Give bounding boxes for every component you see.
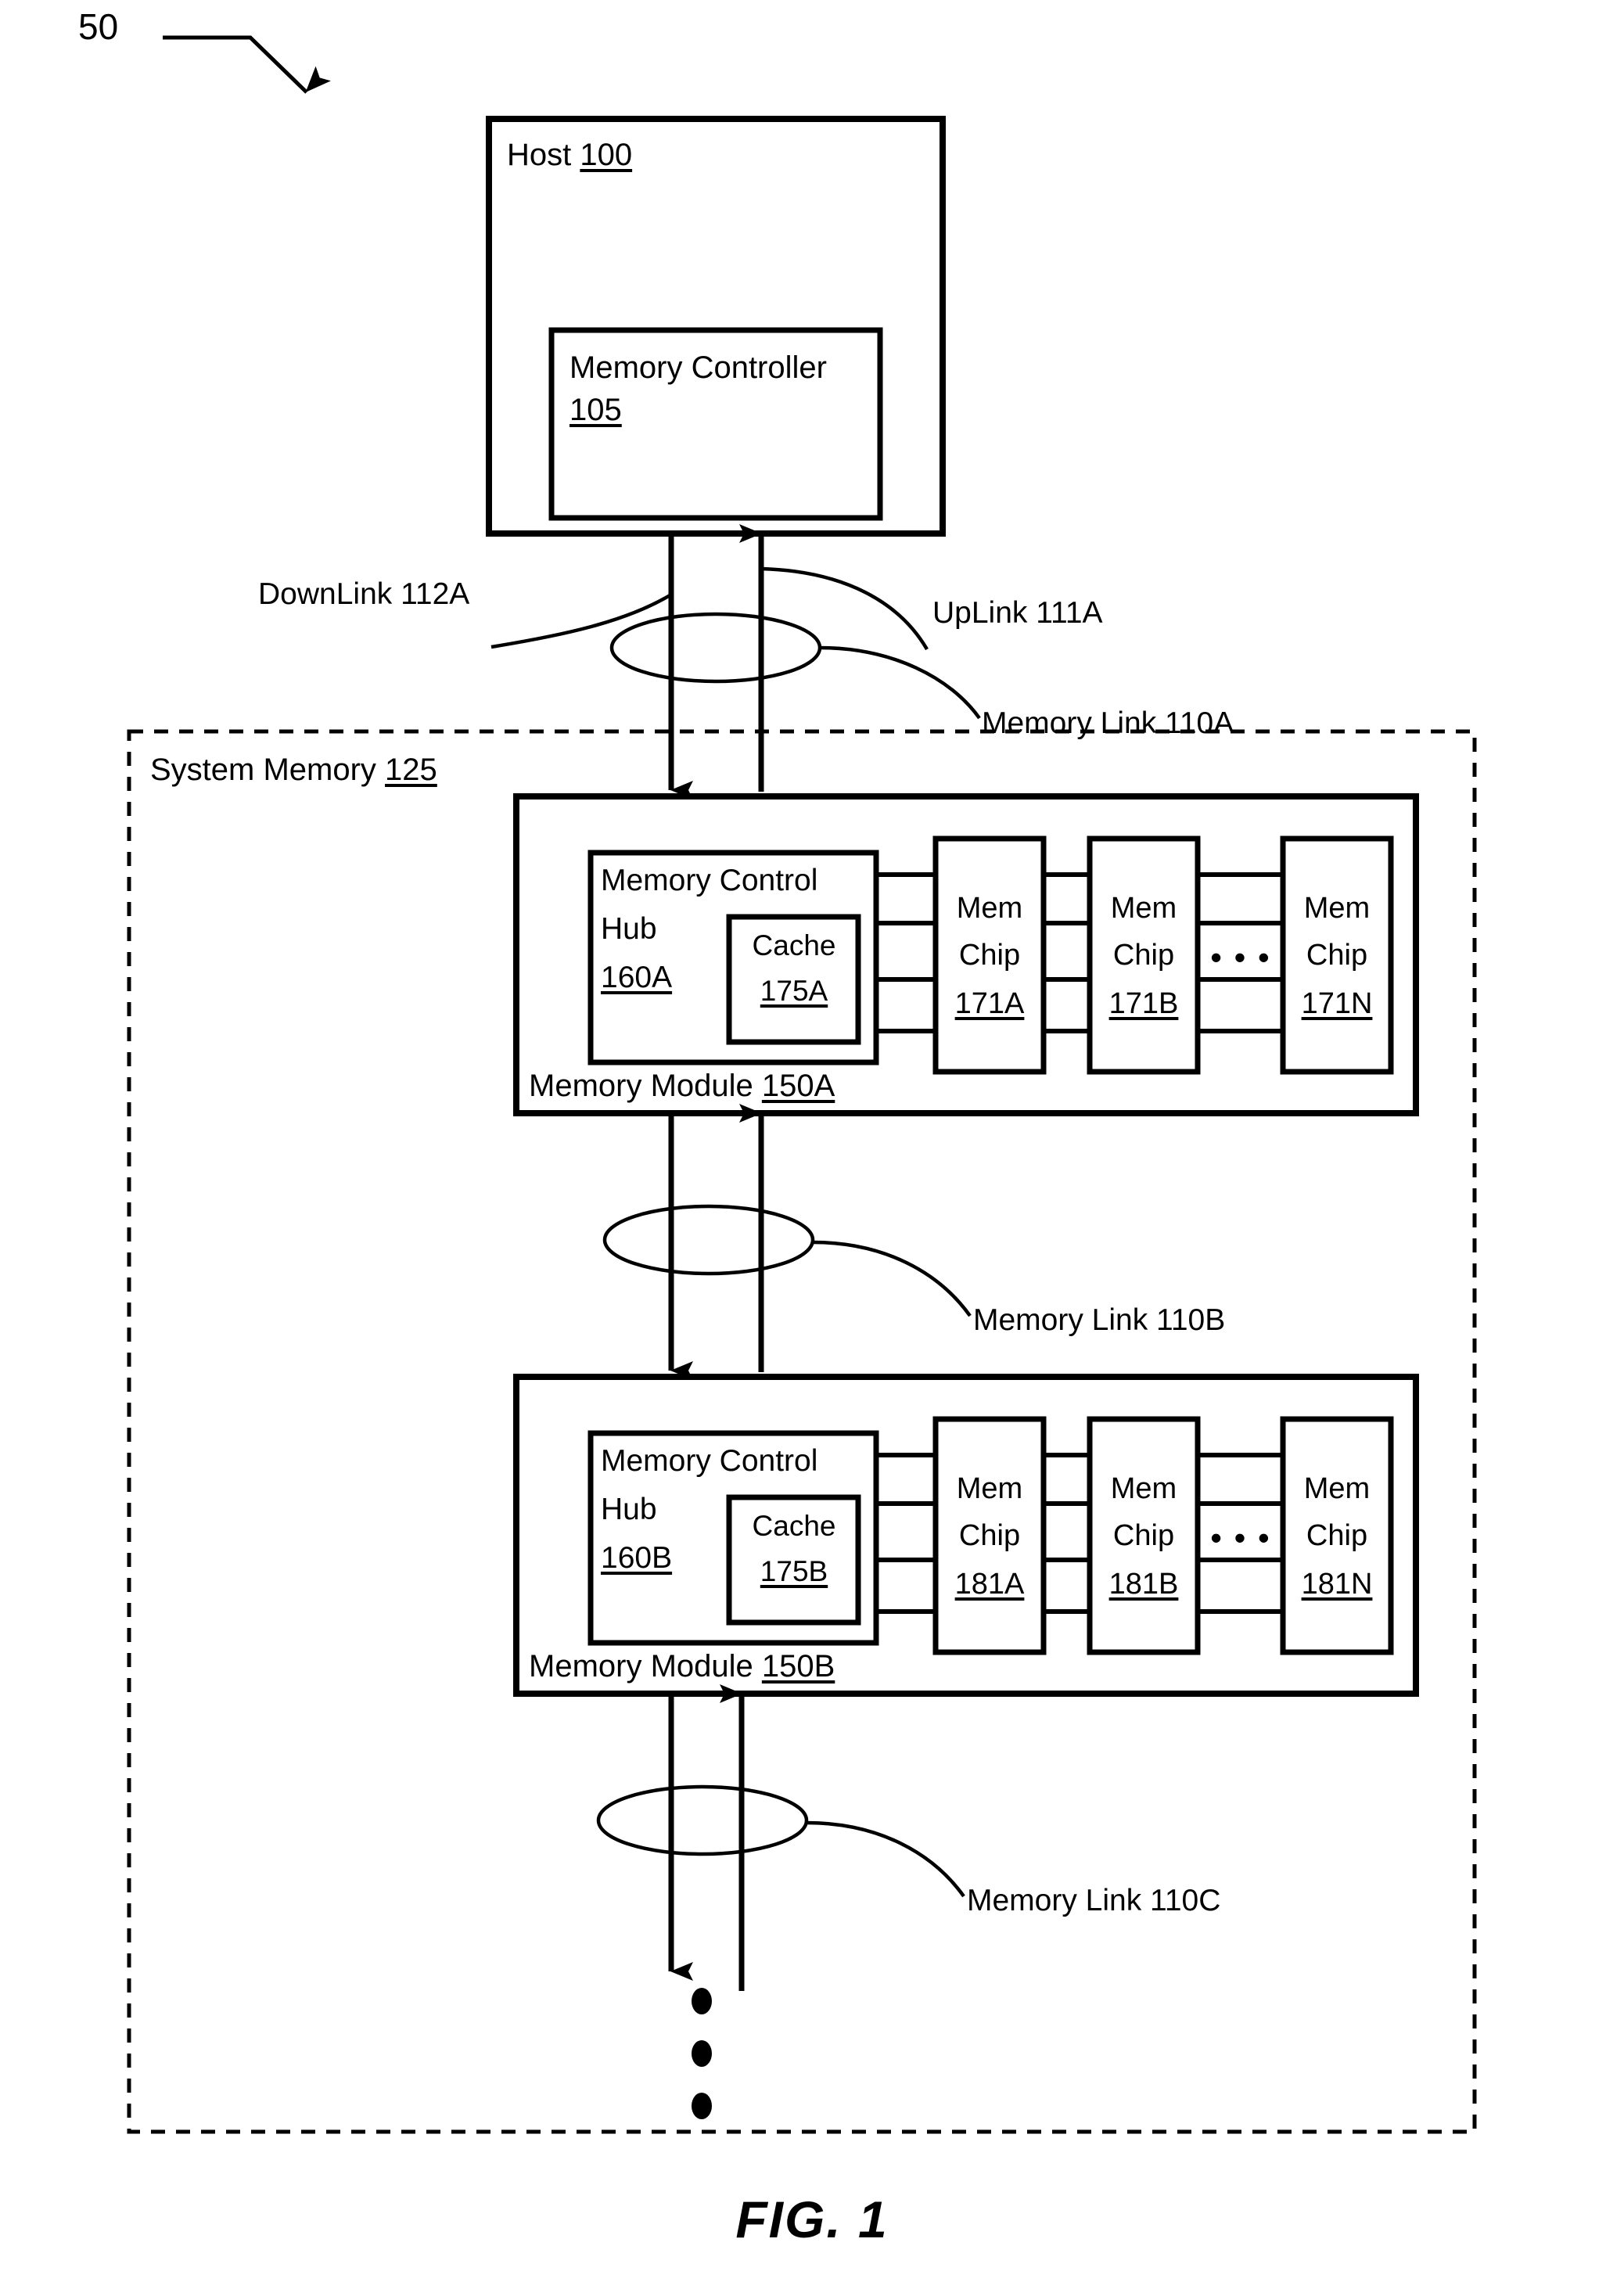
uplink-111a-label: UpLink 111A: [932, 596, 1103, 630]
diagram-vector-layer: [127, 35, 1477, 2134]
mem-chip-181n-line2: Chip: [1306, 1519, 1368, 1552]
mem-chip-181a-line2: Chip: [958, 1519, 1021, 1552]
mem-chip-181b-line2: Chip: [1112, 1519, 1175, 1552]
cache-175a-numeral: 175A: [760, 975, 828, 1007]
figure-caption: FIG. 1: [735, 2190, 889, 2248]
memory-link-110a-leader: [819, 645, 981, 720]
downlink-112a-leader: [490, 593, 673, 649]
cache-175b-numeral: 175B: [760, 1555, 828, 1587]
memory-module-150a-label: Memory Module 150A: [529, 1069, 835, 1105]
memory-module-150b-numeral: 150B: [761, 1649, 835, 1684]
memory-controller-label: Memory Controller 105: [569, 350, 827, 428]
system-memory-numeral: 125: [385, 753, 437, 787]
memory-link-110c-label: Memory Link 110C: [967, 1884, 1221, 1917]
mem-chip-171b-line2: Chip: [1112, 939, 1175, 972]
downlink-112a-label: DownLink 112A: [258, 577, 470, 611]
host-numeral: 100: [580, 138, 633, 172]
memory-link-110b-label: Memory Link 110B: [973, 1303, 1226, 1337]
memory-link-110c-ellipse: [596, 1784, 809, 1856]
memory-module-150b-label: Memory Module 150B: [529, 1649, 835, 1685]
mem-chip-181b-numeral: 181B: [1108, 1568, 1179, 1601]
hub-160b-line2: Hub: [601, 1493, 657, 1526]
mem-chip-171b-line1: Mem: [1110, 892, 1177, 925]
mem-chip-181a-line1: Mem: [956, 1472, 1023, 1505]
cache-175a-label: Cache: [752, 929, 836, 961]
mem-chip-ellipsis-b: • • •: [1210, 1519, 1271, 1556]
mem-chip-181b-line1: Mem: [1110, 1472, 1177, 1505]
mem-chip-181n-numeral: 181N: [1301, 1568, 1373, 1601]
host-box: [486, 116, 946, 537]
memory-module-150b-label-text: Memory Module: [529, 1649, 762, 1684]
mem-chip-181n-line1: Mem: [1303, 1472, 1371, 1505]
reference-leader-50: [163, 35, 331, 94]
mem-chip-171a-numeral: 171A: [954, 987, 1025, 1020]
mem-chip-181a-numeral: 181A: [954, 1568, 1025, 1601]
memory-link-110b-ellipse: [602, 1204, 815, 1276]
system-memory-label-text: System Memory: [150, 753, 386, 787]
vertical-ellipsis-dots: [692, 1988, 712, 2119]
memory-controller-numeral: 105: [569, 392, 622, 427]
memory-link-110a-label: Memory Link 110A: [982, 706, 1234, 740]
memory-link-110a-ellipse: [609, 612, 822, 684]
mem-chip-171n-line1: Mem: [1303, 892, 1371, 925]
host-label: Host 100: [507, 138, 632, 174]
hub-160a-line1: Memory Control: [601, 864, 818, 897]
mem-chip-171a-line1: Mem: [956, 892, 1023, 925]
memory-link-110b-leader: [812, 1240, 972, 1317]
hub-160b-numeral: 160B: [601, 1541, 673, 1575]
mem-chip-171n-line2: Chip: [1306, 939, 1368, 972]
mem-chip-ellipsis-a: • • •: [1210, 939, 1271, 976]
memory-link-110c-leader: [806, 1820, 965, 1898]
host-label-text: Host: [507, 138, 580, 172]
uplink-111a-leader: [760, 566, 929, 651]
hub-160a-line2: Hub: [601, 912, 657, 946]
cache-175b-label: Cache: [752, 1510, 836, 1542]
system-memory-label: System Memory 125: [150, 753, 437, 789]
memory-module-150a-label-text: Memory Module: [529, 1069, 762, 1103]
reference-numeral-50: 50: [78, 6, 119, 47]
mem-chip-171a-line2: Chip: [958, 939, 1021, 972]
mem-chip-171b-numeral: 171B: [1108, 987, 1179, 1020]
memory-link-110b-group: [602, 1104, 972, 1380]
memory-link-110c-group: [596, 1684, 965, 1991]
figure-sheet: 50 Host 100 Memory Controller 105 DownLi…: [0, 0, 1624, 2289]
memory-module-150a-numeral: 150A: [761, 1069, 835, 1103]
mem-chip-171n-numeral: 171N: [1301, 987, 1373, 1020]
hub-160a-numeral: 160A: [601, 961, 673, 994]
memory-controller-label-text: Memory Controller: [569, 350, 827, 385]
memory-link-110a-group: [490, 524, 981, 800]
hub-160b-line1: Memory Control: [601, 1444, 818, 1478]
